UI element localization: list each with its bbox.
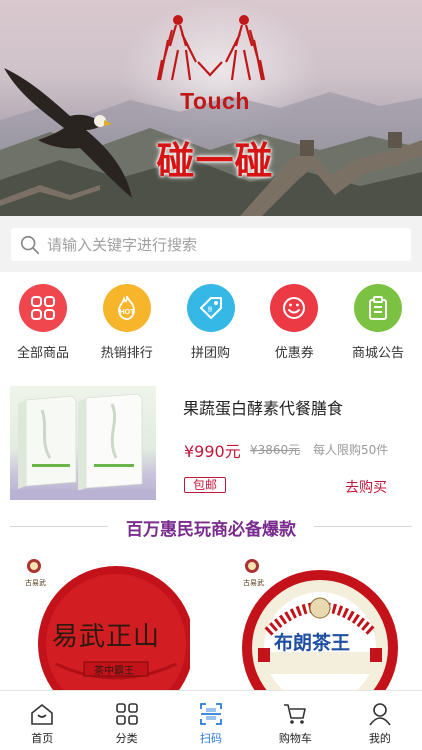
hot-icon: HOT [102, 284, 151, 332]
buy-button[interactable]: 去购买 [345, 477, 387, 497]
tea-brand: 古易武 [25, 579, 46, 587]
product-purchase-limit: 每人限购50件 [313, 443, 389, 457]
search-input[interactable]: 请输入关键字进行搜索 [11, 228, 411, 261]
tab-category[interactable]: 分类 [84, 691, 168, 750]
cart-icon [284, 704, 307, 724]
user-icon [369, 703, 391, 726]
brand-name-cn: 碰一碰 [156, 139, 274, 183]
tab-label: 购物车 [278, 732, 312, 745]
product-price: ¥990元 [184, 442, 241, 461]
category-all-products[interactable]: 全部商品 [12, 280, 74, 366]
brand-name-en: Touch [180, 88, 250, 114]
tea-product-image [242, 559, 398, 692]
tab-cart[interactable]: 购物车 [253, 691, 337, 750]
tab-profile[interactable]: 我的 [338, 691, 422, 750]
product-name: 果蔬蛋白酵素代餐膳食 [183, 399, 344, 418]
tab-label: 分类 [115, 732, 138, 745]
section-header: 百万惠民玩商必备爆款 [0, 512, 422, 542]
section-title: 百万惠民玩商必备爆款 [126, 520, 296, 540]
tea-label: 易武正山 [52, 622, 161, 652]
bottom-tab-bar: 首页 分类 扫码 购物车 我的 [0, 690, 422, 750]
category-icon [115, 703, 138, 725]
product-image [10, 386, 156, 500]
search-placeholder: 请输入关键字进行搜索 [47, 236, 198, 254]
tea-product-card[interactable]: 古易武 易武正山 茶中霸王 [20, 552, 190, 692]
tab-scan[interactable]: 扫码 [169, 691, 253, 750]
category-group-buy[interactable]: 團 拼团购 [180, 280, 242, 366]
category-coupons[interactable]: 优惠券 [263, 280, 325, 366]
category-label: 热销排行 [100, 346, 153, 361]
tag-icon: 團 [186, 284, 235, 332]
hero-banner[interactable]: Touch 碰一碰 [0, 0, 422, 216]
tab-home[interactable]: 首页 [0, 691, 84, 750]
tab-label: 扫码 [200, 732, 223, 745]
svg-text:團: 團 [207, 307, 212, 313]
tab-label: 我的 [368, 732, 391, 745]
featured-product[interactable]: 果蔬蛋白酵素代餐膳食 ¥990元 ¥3860元 每人限购50件 包邮 去购买 [0, 373, 422, 511]
smile-icon [270, 284, 319, 332]
tea-sublabel: 茶中霸王 [94, 666, 134, 677]
home-icon [31, 704, 54, 725]
category-label: 拼团购 [190, 346, 230, 361]
tea-brand: 古易武 [243, 579, 264, 587]
svg-text:HOT: HOT [119, 309, 135, 316]
tea-product-card[interactable]: 古易武 布朗茶王 [238, 552, 408, 692]
tab-label: 首页 [31, 732, 54, 745]
product-original-price: ¥3860元 [250, 443, 301, 457]
search-icon [20, 235, 40, 254]
search-bar: 请输入关键字进行搜索 [0, 216, 422, 272]
tea-label: 布朗茶王 [274, 632, 351, 654]
grid-icon [19, 284, 67, 332]
category-label: 优惠券 [274, 346, 314, 361]
category-label: 全部商品 [16, 346, 69, 361]
category-hot-ranking[interactable]: HOT 热销排行 [96, 280, 158, 366]
category-label: 商城公告 [351, 346, 404, 361]
category-announcements[interactable]: 商城公告 [347, 280, 409, 366]
scan-icon [200, 703, 222, 725]
category-nav: 全部商品 HOT 热销排行 團 拼团购 优惠券 商城公告 [0, 280, 422, 366]
free-shipping-badge: 包邮 [184, 477, 227, 493]
clipboard-icon [354, 284, 402, 332]
